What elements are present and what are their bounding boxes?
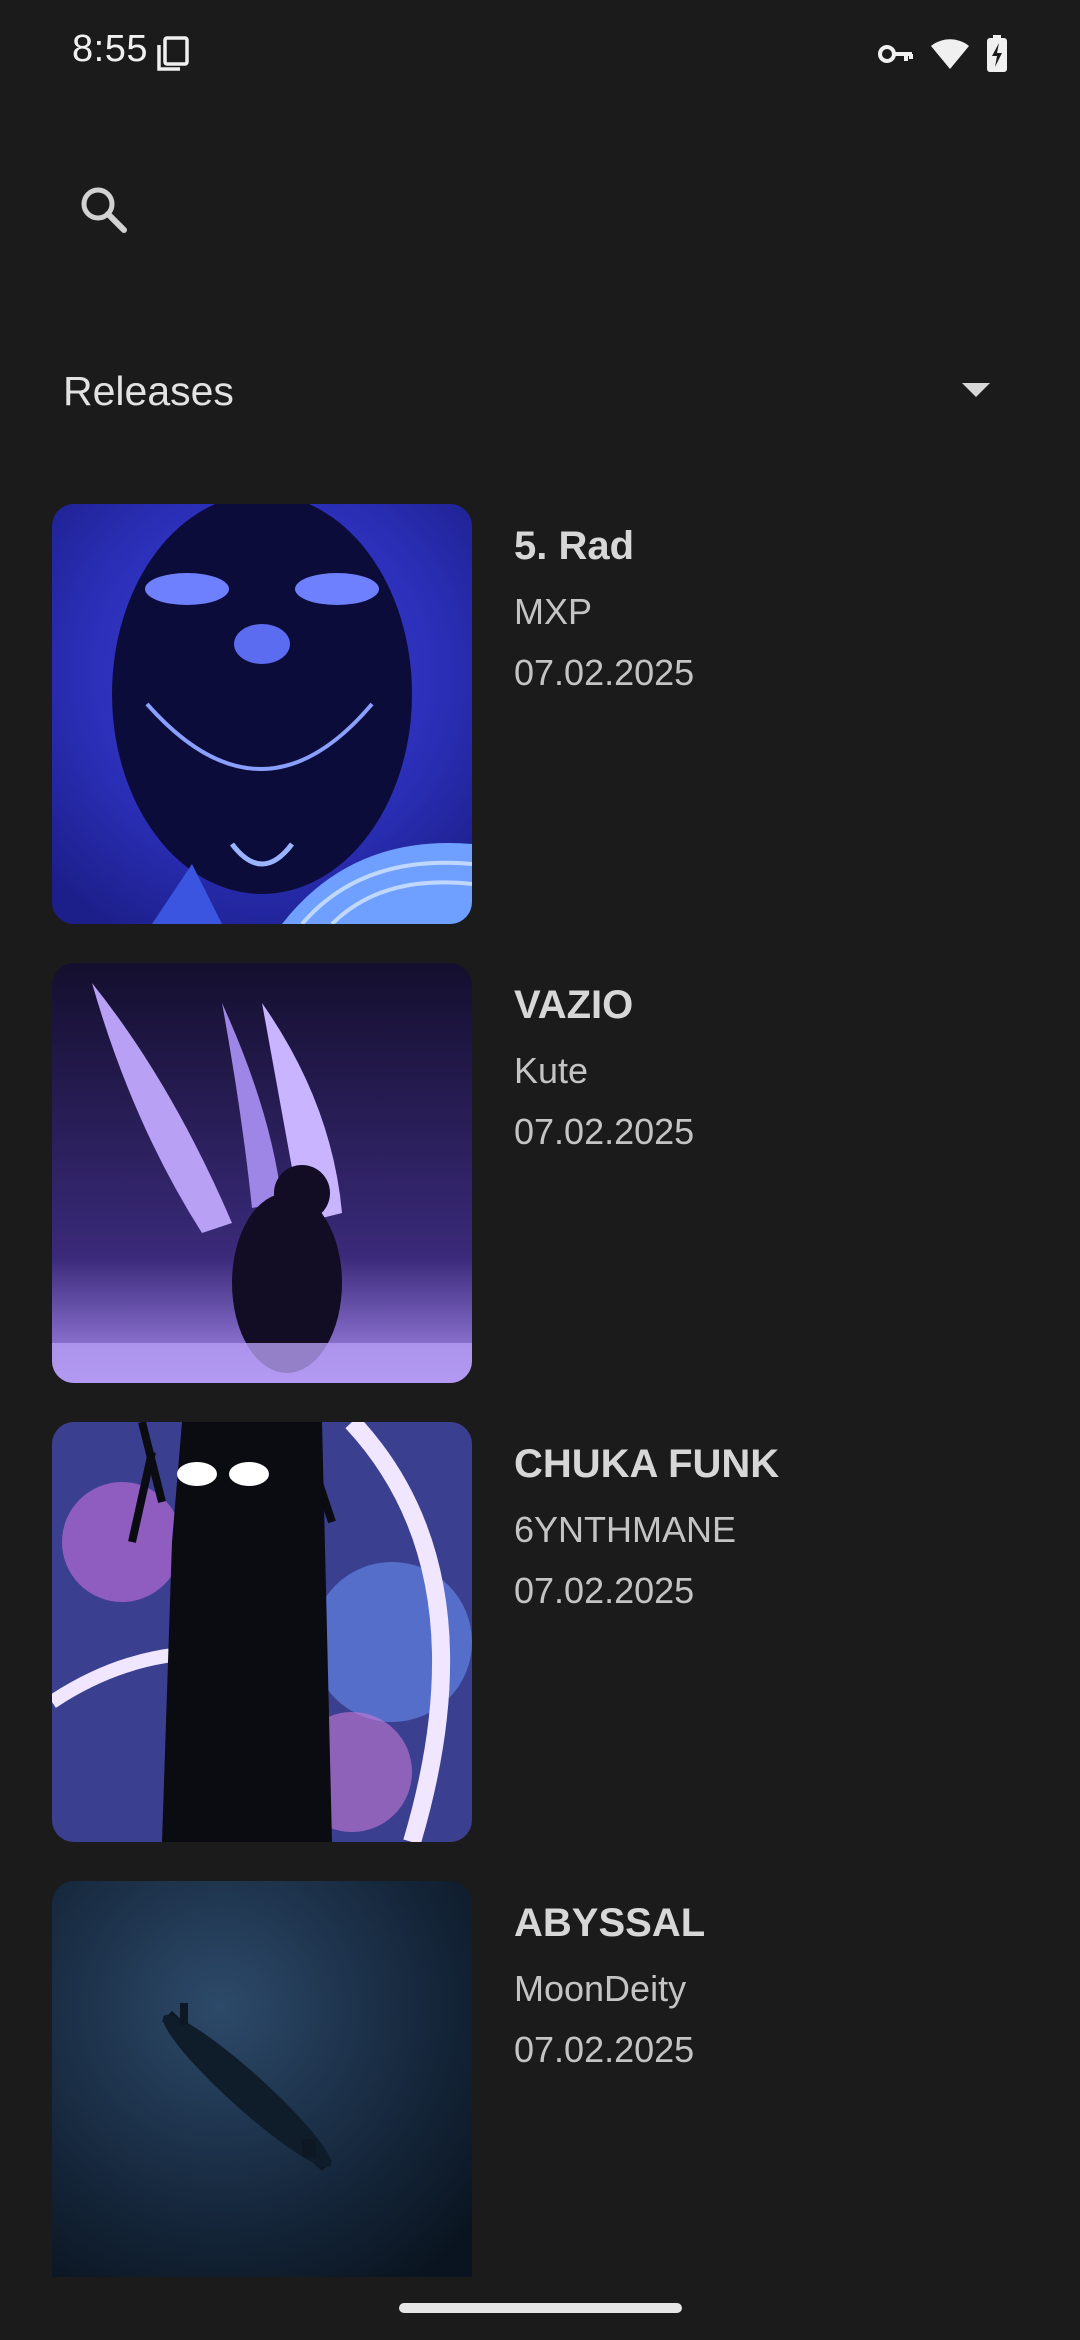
status-bar: 8:55 xyxy=(0,0,1080,110)
release-item[interactable]: VAZIO Kute 07.02.2025 xyxy=(52,963,1052,1383)
gesture-nav-handle[interactable] xyxy=(399,2303,682,2313)
release-date: 07.02.2025 xyxy=(514,652,695,693)
search-button[interactable] xyxy=(62,170,146,254)
release-date: 07.02.2025 xyxy=(514,2029,695,2070)
release-title: VAZIO xyxy=(514,983,634,1027)
release-artist: 6YNTHMANE xyxy=(514,1509,737,1550)
release-title: ABYSSAL xyxy=(514,1901,706,1945)
dropdown-label: Releases xyxy=(63,368,234,414)
release-item[interactable]: 5. Rad MXP 07.02.2025 xyxy=(52,504,1052,924)
release-title: CHUKA FUNK xyxy=(514,1442,780,1486)
screenshot-icon xyxy=(156,36,190,72)
release-date: 07.02.2025 xyxy=(514,1111,695,1152)
status-time: 8:55 xyxy=(72,28,148,70)
album-cover xyxy=(52,1422,472,1842)
wifi-icon xyxy=(930,38,970,70)
release-artist: MXP xyxy=(514,591,593,632)
vpn-key-icon xyxy=(878,43,914,65)
release-item[interactable]: ABYSSAL MoonDeity 07.02.2025 xyxy=(52,1881,1052,2277)
release-artist: Kute xyxy=(514,1050,589,1091)
dropdown-arrow-icon xyxy=(962,383,990,397)
search-icon xyxy=(78,184,130,241)
album-cover xyxy=(52,1881,472,2277)
status-icons xyxy=(878,34,1008,74)
release-title: 5. Rad xyxy=(514,524,635,568)
battery-charging-icon xyxy=(986,35,1008,73)
release-artist: MoonDeity xyxy=(514,1968,687,2009)
release-date: 07.02.2025 xyxy=(514,1570,695,1611)
release-item[interactable]: CHUKA FUNK 6YNTHMANE 07.02.2025 xyxy=(52,1422,1052,1842)
releases-dropdown[interactable]: Releases xyxy=(0,350,1080,436)
album-cover xyxy=(52,504,472,924)
release-list[interactable]: 5. Rad MXP 07.02.2025 VAZIO Kute 07.02.2… xyxy=(0,504,1080,2277)
album-cover xyxy=(52,963,472,1383)
